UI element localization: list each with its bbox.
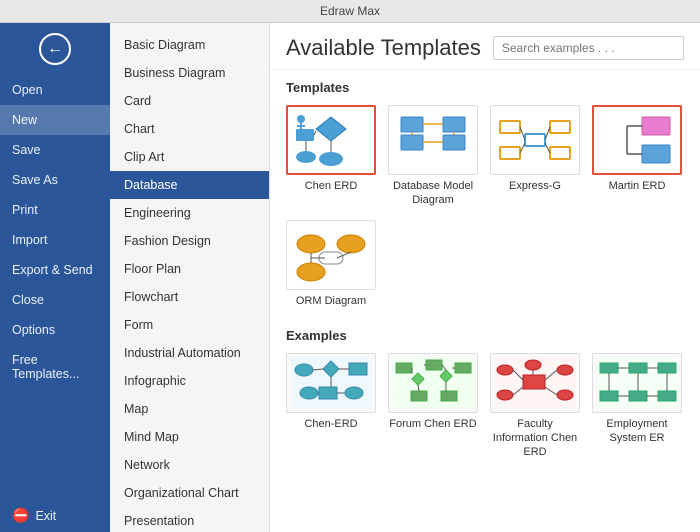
exit-icon: ⛔ xyxy=(12,507,29,524)
sidebar-item-import[interactable]: Import xyxy=(0,225,110,255)
examples-section-label: Examples xyxy=(270,318,700,347)
example-label-faculty-info: Faculty Information Chen ERD xyxy=(490,417,580,460)
title-bar: Edraw Max xyxy=(0,0,700,23)
nav-item-floor-plan[interactable]: Floor Plan xyxy=(110,255,269,283)
nav-item-fashion-design[interactable]: Fashion Design xyxy=(110,227,269,255)
sidebar-item-save-as[interactable]: Save As xyxy=(0,165,110,195)
template-express-g[interactable]: Express-G xyxy=(490,105,580,208)
example-forum-chen-erd[interactable]: Forum Chen ERD xyxy=(388,353,478,460)
example-label-forum-chen-erd: Forum Chen ERD xyxy=(389,417,476,431)
example-thumb-employment-sys xyxy=(592,353,682,413)
sidebar: ← Open New Save Save As Print Import Exp… xyxy=(0,23,110,532)
template-label-orm: ORM Diagram xyxy=(296,294,366,308)
example-employment-sys[interactable]: Employment System ER xyxy=(592,353,682,460)
template-label-database-model: Database Model Diagram xyxy=(388,179,478,208)
example-chen-erd[interactable]: Chen-ERD xyxy=(286,353,376,460)
template-label-martin-erd: Martin ERD xyxy=(609,179,666,193)
sidebar-item-print[interactable]: Print xyxy=(0,195,110,225)
template-martin-erd[interactable]: Martin ERD xyxy=(592,105,682,208)
nav-item-engineering[interactable]: Engineering xyxy=(110,199,269,227)
back-circle: ← xyxy=(39,33,71,65)
nav-item-presentation[interactable]: Presentation xyxy=(110,507,269,532)
sidebar-item-exit[interactable]: ⛔ Exit xyxy=(0,499,110,532)
nav-item-database[interactable]: Database xyxy=(110,171,269,199)
sidebar-item-close[interactable]: Close xyxy=(0,285,110,315)
nav-item-network[interactable]: Network xyxy=(110,451,269,479)
app-title: Edraw Max xyxy=(320,4,380,18)
template-thumb-express-g xyxy=(490,105,580,175)
template-label-express-g: Express-G xyxy=(509,179,561,193)
examples-grid: Chen-ERD xyxy=(270,347,700,470)
back-button[interactable]: ← xyxy=(0,23,110,75)
template-thumb-orm xyxy=(286,220,376,290)
nav-item-industrial-automation[interactable]: Industrial Automation xyxy=(110,339,269,367)
main-layout: ← Open New Save Save As Print Import Exp… xyxy=(0,23,700,532)
example-thumb-chen-erd xyxy=(286,353,376,413)
nav-item-infographic[interactable]: Infographic xyxy=(110,367,269,395)
nav-item-card[interactable]: Card xyxy=(110,87,269,115)
sidebar-item-free-templates[interactable]: Free Templates... xyxy=(0,345,110,389)
nav-item-chart[interactable]: Chart xyxy=(110,115,269,143)
sidebar-item-save[interactable]: Save xyxy=(0,135,110,165)
nav-item-basic-diagram[interactable]: Basic Diagram xyxy=(110,31,269,59)
nav-item-clip-art[interactable]: Clip Art xyxy=(110,143,269,171)
sidebar-item-new[interactable]: New xyxy=(0,105,110,135)
nav-item-flowchart[interactable]: Flowchart xyxy=(110,283,269,311)
nav-item-organizational-chart[interactable]: Organizational Chart xyxy=(110,479,269,507)
nav-item-map[interactable]: Map xyxy=(110,395,269,423)
template-thumb-martin-erd xyxy=(592,105,682,175)
template-thumb-database-model xyxy=(388,105,478,175)
template-orm[interactable]: ORM Diagram xyxy=(286,220,376,308)
sidebar-item-export-send[interactable]: Export & Send xyxy=(0,255,110,285)
example-thumb-forum-chen-erd xyxy=(388,353,478,413)
sidebar-item-options[interactable]: Options xyxy=(0,315,110,345)
nav-item-business-diagram[interactable]: Business Diagram xyxy=(110,59,269,87)
templates-section-label: Templates xyxy=(270,70,700,99)
nav-item-form[interactable]: Form xyxy=(110,311,269,339)
example-faculty-info[interactable]: Faculty Information Chen ERD xyxy=(490,353,580,460)
nav-item-mind-map[interactable]: Mind Map xyxy=(110,423,269,451)
template-label-chen-erd: Chen ERD xyxy=(305,179,358,193)
sidebar-item-open[interactable]: Open xyxy=(0,75,110,105)
template-database-model[interactable]: Database Model Diagram xyxy=(388,105,478,208)
example-label-employment-sys: Employment System ER xyxy=(592,417,682,446)
page-title: Available Templates xyxy=(286,35,481,61)
template-thumb-chen-erd xyxy=(286,105,376,175)
example-thumb-faculty-info xyxy=(490,353,580,413)
search-input[interactable] xyxy=(493,36,684,60)
middle-nav: Basic Diagram Business Diagram Card Char… xyxy=(110,23,270,532)
templates-grid: Chen ERD Database Model Di xyxy=(270,99,700,318)
example-label-chen-erd: Chen-ERD xyxy=(304,417,357,431)
content-area: Available Templates Templates xyxy=(270,23,700,532)
content-header: Available Templates xyxy=(270,23,700,70)
template-chen-erd[interactable]: Chen ERD xyxy=(286,105,376,208)
